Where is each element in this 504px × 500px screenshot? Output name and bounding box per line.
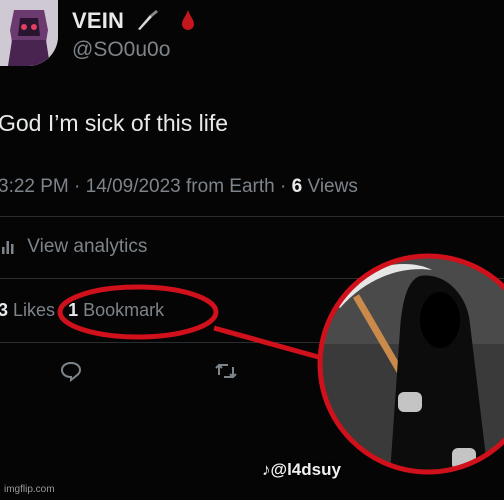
watermark: imgflip.com: [4, 484, 55, 495]
tiktok-caption: ♪@l4dsuy: [262, 460, 341, 479]
connector-line: [213, 325, 323, 361]
meme-overlay: [57, 253, 504, 475]
highlight-ellipse: [57, 284, 219, 340]
grim-reaper-image: [320, 256, 504, 472]
